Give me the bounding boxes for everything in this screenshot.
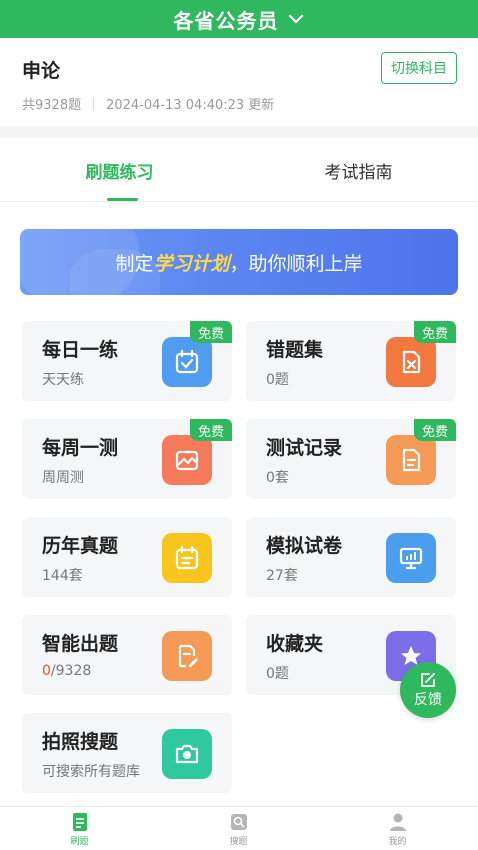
card-daily-practice[interactable]: 每日一练 天天练 免费 — [22, 321, 232, 401]
update-time: 2024-04-13 04:40:23 更新 — [106, 98, 275, 113]
card-title: 错题集 — [266, 339, 324, 361]
free-badge: 免费 — [414, 321, 456, 343]
card-title: 模拟试卷 — [266, 535, 343, 557]
calendar-check-icon — [162, 337, 212, 387]
card-smart-generate[interactable]: 智能出题 0/9328 — [22, 615, 232, 695]
tab-exam-guide[interactable]: 考试指南 — [239, 138, 478, 202]
card-subtitle: 天天练 — [42, 372, 84, 388]
tab-practice[interactable]: 刷题练习 — [0, 138, 239, 202]
subject-name: 申论 — [22, 60, 61, 82]
wrong-doc-icon — [386, 337, 436, 387]
tab-indicator — [107, 198, 138, 201]
study-plan-banner[interactable]: 制定学习计划，助你顺利上岸 — [20, 229, 458, 295]
card-subtitle: 周周测 — [42, 470, 84, 486]
user-icon — [389, 813, 406, 831]
card-subtitle: 0题 — [266, 372, 289, 388]
camera-icon — [162, 729, 212, 779]
meta-divider — [93, 96, 95, 111]
card-past-exams[interactable]: 历年真题 144套 — [22, 517, 232, 597]
card-title: 每周一测 — [42, 437, 119, 459]
card-subtitle: 0套 — [266, 470, 289, 486]
image-chart-icon — [162, 435, 212, 485]
top-header[interactable]: 各省公务员 — [0, 0, 478, 38]
card-mock-papers[interactable]: 模拟试卷 27套 — [246, 517, 456, 597]
card-wrong-questions[interactable]: 错题集 0题 免费 — [246, 321, 456, 401]
card-photo-search[interactable]: 拍照搜题 可搜索所有题库 — [22, 713, 232, 793]
search-icon — [230, 813, 247, 830]
card-subtitle: 可搜索所有题库 — [42, 764, 140, 780]
card-subtitle: 0/9328 — [42, 663, 92, 679]
nav-label: 我的 — [388, 836, 407, 847]
free-badge: 免费 — [190, 321, 232, 343]
card-title: 拍照搜题 — [42, 731, 119, 753]
card-title: 历年真题 — [42, 535, 119, 557]
calendar-list-icon — [162, 533, 212, 583]
bottom-nav: 刷题 搜题 我的 — [0, 806, 478, 850]
edit-doc-icon — [162, 631, 212, 681]
card-title: 收藏夹 — [266, 633, 324, 655]
tab-bar: 刷题练习 考试指南 — [0, 138, 478, 202]
presentation-icon — [386, 533, 436, 583]
switch-subject-button[interactable]: 切换科目 — [381, 52, 457, 84]
free-badge: 免费 — [190, 419, 232, 441]
nav-label: 搜题 — [229, 836, 248, 847]
card-subtitle: 144套 — [42, 568, 83, 584]
feedback-label: 反馈 — [414, 692, 442, 708]
card-title: 每日一练 — [42, 339, 119, 361]
subject-panel: 申论 共9328题 2024-04-13 04:40:23 更新 切换科目 — [0, 38, 478, 126]
feedback-button[interactable]: 反馈 — [400, 662, 456, 718]
card-subtitle: 0题 — [266, 666, 289, 682]
nav-practice[interactable]: 刷题 — [0, 807, 159, 850]
nav-search[interactable]: 搜题 — [159, 807, 318, 850]
doc-icon — [72, 812, 87, 831]
document-icon — [386, 435, 436, 485]
card-title: 智能出题 — [42, 633, 119, 655]
chevron-down-icon[interactable] — [287, 10, 305, 28]
subject-meta: 共9328题 2024-04-13 04:40:23 更新 — [22, 94, 274, 113]
edit-icon — [421, 673, 435, 687]
free-badge: 免费 — [414, 419, 456, 441]
nav-profile[interactable]: 我的 — [318, 807, 477, 850]
card-title: 测试记录 — [266, 437, 343, 459]
province-title[interactable]: 各省公务员 — [174, 5, 279, 34]
card-subtitle: 27套 — [266, 568, 298, 584]
nav-label: 刷题 — [70, 836, 89, 847]
section-gap — [0, 126, 478, 138]
banner-text: 制定学习计划，助你顺利上岸 — [115, 252, 363, 275]
question-count: 共9328题 — [22, 98, 82, 113]
card-test-records[interactable]: 测试记录 0套 免费 — [246, 419, 456, 499]
card-weekly-test[interactable]: 每周一测 周周测 免费 — [22, 419, 232, 499]
